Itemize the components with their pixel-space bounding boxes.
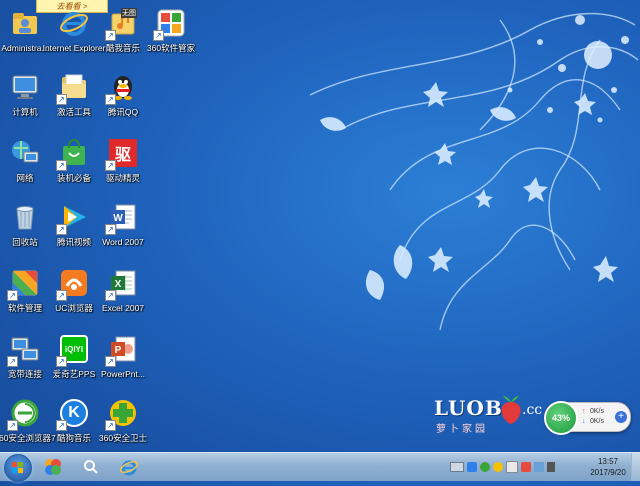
- no-image-badge: 无图: [121, 8, 137, 18]
- 360-software-manager-icon: ↗: [153, 6, 188, 41]
- show-desktop-button[interactable]: [631, 453, 640, 481]
- qq-penguin-icon: ↗: [105, 70, 140, 105]
- desktop-icon-360-software-manager[interactable]: ↗ 360软件管家: [138, 4, 204, 68]
- radish-icon: [501, 396, 521, 424]
- shortcut-arrow-icon: ↗: [7, 290, 18, 301]
- shortcut-arrow-icon: ↗: [56, 224, 67, 235]
- shortcut-arrow-icon: ↗: [105, 160, 116, 171]
- word-document-icon: W ↗: [105, 200, 140, 235]
- desktop-icon-360-security[interactable]: ↗ 360安全卫士: [90, 394, 156, 458]
- watermark-suffix: .cc: [522, 402, 543, 418]
- recycle-bin-icon: [8, 200, 42, 234]
- desktop[interactable]: 去看看 > Administra... 计算机 网络 回收站 ↗ 软件管理 ↗ …: [0, 0, 640, 452]
- shortcut-arrow-icon: ↗: [56, 160, 67, 171]
- security-tray-icon[interactable]: [493, 462, 503, 472]
- search-icon: [84, 460, 98, 474]
- shortcut-arrow-icon: ↗: [7, 420, 18, 431]
- start-button[interactable]: [4, 454, 32, 482]
- download-arrow-icon: ↓: [582, 418, 586, 425]
- icon-label: 360软件管家: [146, 43, 196, 53]
- iqiyi-icon: iQIYI ↗: [56, 332, 91, 367]
- taskbar: 13:57 2017/9/20: [0, 452, 640, 482]
- software-manager-taskbar-icon: [45, 459, 61, 475]
- clock[interactable]: 13:57 2017/9/20: [586, 456, 630, 478]
- watermark-chinese: 萝卜家园: [436, 424, 488, 435]
- taskbar-search[interactable]: [78, 455, 104, 479]
- clock-date: 2017/9/20: [590, 468, 626, 477]
- download-rate: 0K/s: [590, 418, 605, 425]
- windows-logo-icon: [12, 462, 23, 473]
- wallpaper-floral-swirl: [309, 12, 639, 330]
- kugou-icon: K ↗: [56, 396, 91, 431]
- shortcut-arrow-icon: ↗: [105, 356, 116, 367]
- speaker-icon[interactable]: [547, 462, 555, 472]
- system-tray: [450, 459, 555, 475]
- icon-label: 360安全卫士: [98, 433, 148, 443]
- icon-label: 驱动精灵: [105, 173, 140, 183]
- alert-tray-icon[interactable]: [521, 462, 531, 472]
- icon-label: Word 2007: [102, 237, 144, 247]
- desktop-icon-qq[interactable]: ↗ 腾讯QQ: [90, 68, 156, 132]
- icon-label: PowerPnt...: [101, 369, 145, 379]
- excel-spreadsheet-icon: X ↗: [105, 266, 140, 301]
- computer-icon: [8, 70, 42, 104]
- shortcut-arrow-icon: ↗: [105, 30, 116, 41]
- network-icon: [8, 136, 42, 170]
- shortcut-arrow-icon: ↗: [105, 224, 116, 235]
- svg-text:X: X: [115, 279, 122, 290]
- svg-text:W: W: [113, 213, 123, 224]
- desktop-icon-word-2007[interactable]: W ↗ Word 2007: [90, 198, 156, 262]
- upload-arrow-icon: ↑: [582, 408, 586, 415]
- icon-label: Excel 2007: [101, 303, 145, 313]
- taskbar-internet-explorer[interactable]: [116, 455, 142, 479]
- software-manager-icon: ↗: [7, 266, 42, 301]
- upload-rate: 0K/s: [590, 408, 605, 415]
- taskbar-software-manager[interactable]: [40, 455, 66, 479]
- powerpoint-icon: P ↗: [105, 332, 140, 367]
- folder-icon: ↗: [56, 70, 91, 105]
- network-speed-widget[interactable]: 43% ↑ 0K/s ↓ 0K/s +: [544, 401, 631, 435]
- shortcut-arrow-icon: ↗: [105, 290, 116, 301]
- shortcut-arrow-icon: ↗: [56, 356, 67, 367]
- icon-label: 腾讯QQ: [107, 107, 139, 117]
- keyboard-icon[interactable]: [450, 462, 464, 472]
- shortcut-arrow-icon: ↗: [56, 290, 67, 301]
- internet-explorer-icon: [57, 6, 91, 40]
- input-method-icon[interactable]: [467, 462, 477, 472]
- driver-genius-icon: 驱 ↗: [105, 136, 140, 171]
- uc-browser-icon: ↗: [56, 266, 91, 301]
- memory-usage-circle[interactable]: 43%: [544, 401, 578, 435]
- clock-time: 13:57: [597, 457, 619, 466]
- tencent-video-icon: ↗: [56, 200, 91, 235]
- watermark-brand: LUOB: [434, 396, 503, 420]
- broadband-connection-icon: ↗: [7, 332, 42, 367]
- shortcut-arrow-icon: ↗: [153, 30, 164, 41]
- 360-tray-icon[interactable]: [480, 462, 490, 472]
- desktop-icon-excel-2007[interactable]: X ↗ Excel 2007: [90, 264, 156, 328]
- shortcut-arrow-icon: ↗: [56, 94, 67, 105]
- shortcut-arrow-icon: ↗: [7, 356, 18, 367]
- internet-explorer-taskbar-icon: [119, 460, 139, 476]
- desktop-icon-powerpoint[interactable]: P ↗ PowerPnt...: [90, 330, 156, 394]
- shortcut-arrow-icon: ↗: [56, 420, 67, 431]
- shopping-bag-icon: ↗: [56, 136, 91, 171]
- network-tray-icon[interactable]: [534, 462, 544, 472]
- shortcut-arrow-icon: ↗: [105, 420, 116, 431]
- shortcut-arrow-icon: ↗: [105, 94, 116, 105]
- kuwo-music-icon: 无图 ↗: [105, 6, 140, 41]
- accelerate-plus-icon[interactable]: +: [615, 411, 627, 423]
- flag-icon[interactable]: [506, 461, 518, 473]
- svg-text:P: P: [115, 345, 122, 356]
- luobo-watermark-logo: LUOB .cc 萝卜家园: [434, 396, 552, 436]
- 360-security-guard-icon: ↗: [105, 396, 140, 431]
- 360-browser-icon: ↗: [7, 396, 42, 431]
- user-folder-icon: [8, 6, 42, 40]
- desktop-icon-driver-genius[interactable]: 驱 ↗ 驱动精灵: [90, 134, 156, 198]
